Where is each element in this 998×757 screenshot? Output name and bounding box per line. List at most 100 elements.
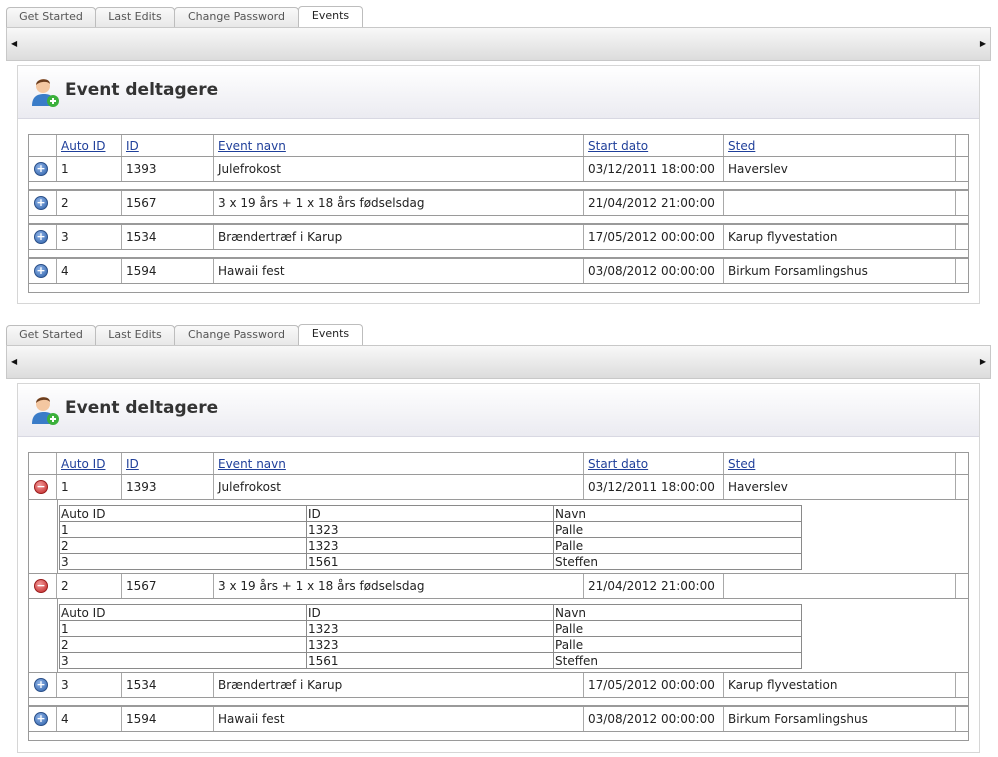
cell-auto-id: 1 [57, 157, 122, 181]
tab-events[interactable]: Events [298, 324, 363, 345]
col-start-date[interactable]: Start dato [588, 457, 648, 471]
cell-place: Birkum Forsamlingshus [724, 707, 956, 731]
minus-circle-icon[interactable]: − [34, 579, 48, 593]
cell-id: 1534 [122, 673, 214, 697]
sub-cell-name: Palle [553, 521, 802, 538]
subtable-header: Auto ID ID Navn [59, 505, 802, 522]
page-header: Event deltagere [18, 66, 979, 119]
participants-table: Auto ID ID Navn 1 1323 Palle 2 1323 Pall… [59, 505, 802, 570]
tab-change-password[interactable]: Change Password [174, 7, 299, 27]
col-place[interactable]: Sted [728, 139, 755, 153]
tab-strip: Get Started Last Edits Change Password E… [6, 324, 992, 345]
cell-event-name: 3 x 19 års + 1 x 18 års fødselsdag [214, 574, 584, 598]
cell-start-date: 17/05/2012 00:00:00 [584, 673, 724, 697]
table-row: + 1 1393 Julefrokost 03/12/2011 18:00:00… [29, 156, 968, 182]
sub-cell-id: 1561 [306, 652, 554, 669]
grid-header: Auto ID ID Event navn Start dato Sted [29, 453, 968, 474]
sub-cell-name: Steffen [553, 652, 802, 669]
arrow-left-icon[interactable]: ◀ [11, 38, 17, 50]
col-start-date[interactable]: Start dato [588, 139, 648, 153]
events-panel-collapsed: Get Started Last Edits Change Password E… [0, 6, 998, 324]
cell-id: 1393 [122, 157, 214, 181]
row-detail-spacer [29, 250, 968, 258]
arrow-right-icon[interactable]: ▶ [980, 356, 986, 368]
tab-get-started[interactable]: Get Started [6, 7, 96, 27]
plus-circle-icon[interactable]: + [34, 162, 48, 176]
col-auto-id[interactable]: Auto ID [61, 457, 105, 471]
col-id[interactable]: ID [126, 139, 139, 153]
arrow-right-icon[interactable]: ▶ [980, 38, 986, 50]
participant-row: 3 1561 Steffen [59, 652, 802, 669]
plus-circle-icon[interactable]: + [34, 196, 48, 210]
plus-circle-icon[interactable]: + [34, 712, 48, 726]
sub-cell-auto-id: 2 [59, 636, 307, 653]
participant-row: 1 1323 Palle [59, 521, 802, 538]
participant-row: 3 1561 Steffen [59, 553, 802, 570]
cell-start-date: 21/04/2012 21:00:00 [584, 574, 724, 598]
col-place[interactable]: Sted [728, 457, 755, 471]
sub-cell-id: 1323 [306, 636, 554, 653]
user-add-icon [32, 79, 59, 107]
cell-start-date: 21/04/2012 21:00:00 [584, 191, 724, 215]
cell-auto-id: 3 [57, 225, 122, 249]
cell-auto-id: 2 [57, 191, 122, 215]
sub-col-auto-id: Auto ID [59, 604, 307, 621]
sub-cell-id: 1561 [306, 553, 554, 570]
cell-event-name: Julefrokost [214, 157, 584, 181]
row-detail-spacer [29, 698, 968, 706]
col-event-name[interactable]: Event navn [218, 457, 286, 471]
cell-auto-id: 2 [57, 574, 122, 598]
sub-cell-name: Palle [553, 636, 802, 653]
cell-start-date: 03/12/2011 18:00:00 [584, 157, 724, 181]
tab-events[interactable]: Events [298, 6, 363, 27]
cell-place: Karup flyvestation [724, 225, 956, 249]
cell-event-name: 3 x 19 års + 1 x 18 års fødselsdag [214, 191, 584, 215]
cell-id: 1594 [122, 707, 214, 731]
events-grid: Auto ID ID Event navn Start dato Sted + … [28, 134, 969, 293]
tab-get-started[interactable]: Get Started [6, 325, 96, 345]
sub-cell-id: 1323 [306, 537, 554, 554]
sub-col-name: Navn [553, 604, 802, 621]
plus-circle-icon[interactable]: + [34, 264, 48, 278]
cell-id: 1393 [122, 475, 214, 499]
toolbar: ◀ ▶ [6, 27, 991, 61]
tab-strip: Get Started Last Edits Change Password E… [6, 6, 992, 27]
content-area: Event deltagere Auto ID ID Event navn St… [17, 383, 980, 753]
sub-cell-name: Steffen [553, 553, 802, 570]
cell-place: Haverslev [724, 157, 956, 181]
cell-place [724, 574, 956, 598]
sub-cell-id: 1323 [306, 521, 554, 538]
cell-event-name: Hawaii fest [214, 707, 584, 731]
cell-auto-id: 3 [57, 673, 122, 697]
minus-circle-icon[interactable]: − [34, 480, 48, 494]
cell-place: Karup flyvestation [724, 673, 956, 697]
tab-last-edits[interactable]: Last Edits [95, 7, 175, 27]
cell-place: Birkum Forsamlingshus [724, 259, 956, 283]
sub-cell-name: Palle [553, 537, 802, 554]
sub-col-id: ID [306, 604, 554, 621]
content-area: Event deltagere Auto ID ID Event navn St… [17, 65, 980, 304]
col-id[interactable]: ID [126, 457, 139, 471]
plus-circle-icon[interactable]: + [34, 230, 48, 244]
table-row: + 2 1567 3 x 19 års + 1 x 18 års fødsels… [29, 190, 968, 216]
table-row: + 4 1594 Hawaii fest 03/08/2012 00:00:00… [29, 706, 968, 732]
table-row: + 4 1594 Hawaii fest 03/08/2012 00:00:00… [29, 258, 968, 284]
sub-cell-auto-id: 2 [59, 537, 307, 554]
col-auto-id[interactable]: Auto ID [61, 139, 105, 153]
cell-id: 1534 [122, 225, 214, 249]
cell-place: Haverslev [724, 475, 956, 499]
cell-auto-id: 4 [57, 707, 122, 731]
tab-change-password[interactable]: Change Password [174, 325, 299, 345]
cell-event-name: Brændertræf i Karup [214, 225, 584, 249]
page-title: Event deltagere [65, 398, 219, 418]
participant-row: 2 1323 Palle [59, 537, 802, 554]
events-panel-expanded: Get Started Last Edits Change Password E… [0, 324, 998, 757]
cell-id: 1567 [122, 574, 214, 598]
tab-last-edits[interactable]: Last Edits [95, 325, 175, 345]
cell-id: 1567 [122, 191, 214, 215]
row-detail: Auto ID ID Navn 1 1323 Palle 2 1323 Pall… [29, 599, 968, 673]
cell-event-name: Brændertræf i Karup [214, 673, 584, 697]
plus-circle-icon[interactable]: + [34, 678, 48, 692]
arrow-left-icon[interactable]: ◀ [11, 356, 17, 368]
col-event-name[interactable]: Event navn [218, 139, 286, 153]
